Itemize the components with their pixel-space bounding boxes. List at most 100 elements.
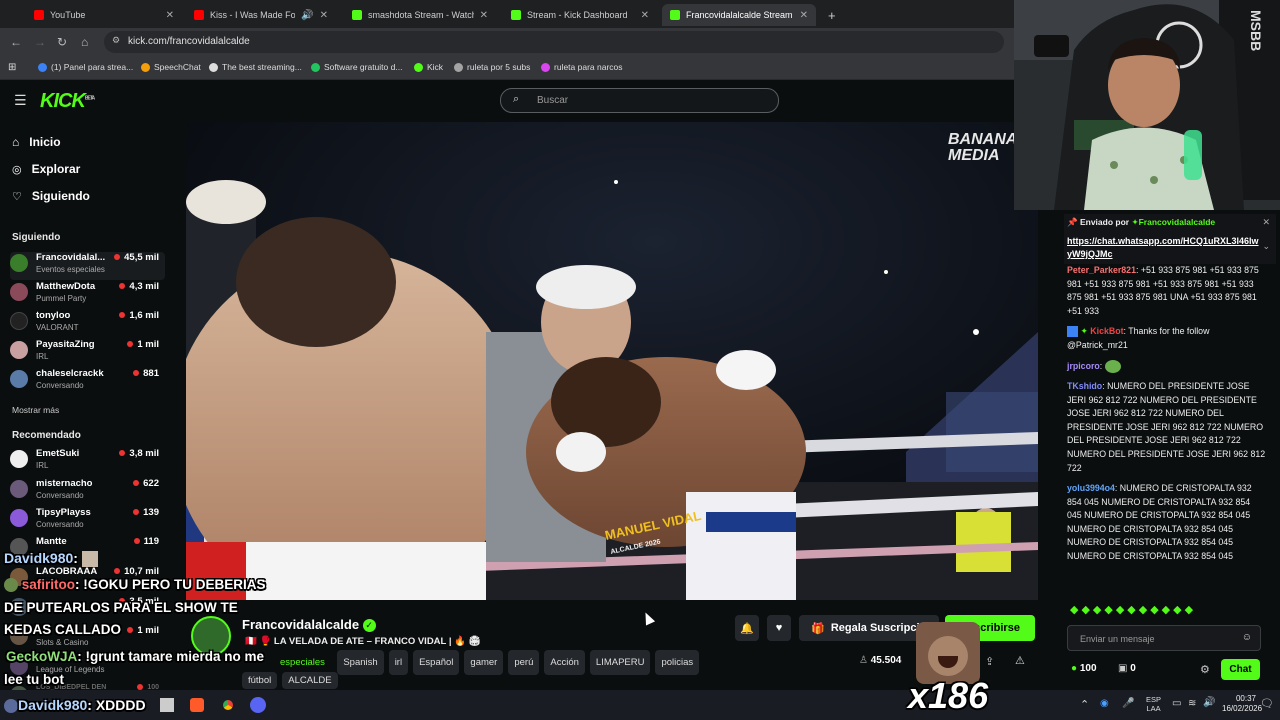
language-indicator[interactable]: ESP LAA xyxy=(1146,695,1161,713)
tag[interactable]: LIMAPERU xyxy=(589,650,651,675)
tray-chevron-icon[interactable]: ⌃ xyxy=(1080,698,1089,711)
chat-input[interactable]: Enviar un mensaje ☺ xyxy=(1067,625,1261,651)
recommended-channel[interactable]: misternacho Conversando 622 xyxy=(10,478,165,506)
tag[interactable]: Español xyxy=(413,650,460,675)
bookmark-icon xyxy=(209,62,218,72)
emoji-icon[interactable]: ☺ xyxy=(1242,632,1252,643)
bookmark-icon xyxy=(454,62,463,72)
send-chat-button[interactable]: Chat xyxy=(1221,659,1260,680)
unpin-icon[interactable]: ✕ xyxy=(1262,217,1270,228)
settings-gear-icon[interactable]: ⚙ xyxy=(1200,663,1210,676)
app-icon[interactable] xyxy=(160,698,174,712)
bookmark[interactable]: (1) Panel para strea... xyxy=(38,62,133,72)
browser-tab[interactable]: Kiss - I Was Made For Lovin🔊✕ xyxy=(186,4,336,26)
tag[interactable]: policias xyxy=(655,650,700,675)
forward-icon[interactable]: → xyxy=(34,35,46,49)
avatar xyxy=(10,370,28,388)
discord-icon[interactable] xyxy=(250,697,266,713)
windows-taskbar: ⌃ ◉ 🎤 ESP LAA ▭ ≋ 🔊 00:37 16/02/2026 🗨 xyxy=(0,690,1280,720)
report-icon[interactable]: ⚠ xyxy=(1015,654,1025,667)
network-icon[interactable]: ◉ xyxy=(1100,698,1109,709)
browser-tab-active[interactable]: Francovidalalcalde Stream - Wa✕ xyxy=(662,4,816,26)
channel-points[interactable]: ● 100 xyxy=(1071,663,1097,674)
recommended-channel[interactable]: EmetSuki IRL 3,8 mil xyxy=(10,448,165,476)
following-channel[interactable]: Francovidalal... Eventos especiales 45,5 m… xyxy=(10,252,165,280)
bookmark[interactable]: ruleta por 5 subs xyxy=(454,62,530,72)
close-icon[interactable]: ✕ xyxy=(641,10,649,21)
address-bar[interactable]: ⚙ kick.com/francovidalalcalde xyxy=(104,31,1004,53)
bookmark[interactable]: ruleta para narcos xyxy=(541,62,623,72)
badge-icon xyxy=(4,699,18,714)
share-icon[interactable]: ⇪ xyxy=(985,655,994,668)
sidebar-item-inicio[interactable]: ⌂ Inicio xyxy=(12,135,61,149)
following-channel[interactable]: MatthewDota Pummel Party 4,3 mil xyxy=(10,281,165,309)
browser-tab[interactable]: smashdota Stream - Watch Live✕ xyxy=(344,4,496,26)
mic-icon[interactable]: 🎤 xyxy=(1122,698,1134,709)
audio-icon[interactable]: 🔊 xyxy=(301,10,313,21)
search-input[interactable]: ⌕ Buscar xyxy=(500,88,779,113)
bookmark[interactable]: The best streaming... xyxy=(209,62,302,72)
chat-message: TKshido: NUMERO DEL PRESIDENTE JOSE JERI… xyxy=(1067,381,1266,473)
chat-username[interactable]: TKshido xyxy=(1067,381,1102,391)
display-icon[interactable]: ▭ xyxy=(1172,698,1181,709)
heart-icon: ♡ xyxy=(12,190,22,203)
tag[interactable]: ALCALDE xyxy=(282,672,338,689)
bookmark-icon xyxy=(38,62,47,72)
clock[interactable]: 00:37 16/02/2026 xyxy=(1222,694,1262,714)
home-icon[interactable]: ⌂ xyxy=(81,35,88,49)
emote-icon[interactable]: ◆◆◆◆◆◆◆◆◆◆◆ xyxy=(1070,604,1196,616)
reload-icon[interactable]: ↻ xyxy=(57,35,67,49)
notifications-button[interactable]: 🔔 xyxy=(735,615,759,641)
chat-message: ✦ KickBot: Thanks for the follow @Patric… xyxy=(1067,326,1210,350)
wifi-icon[interactable]: ≋ xyxy=(1188,698,1196,709)
close-icon[interactable]: ✕ xyxy=(320,10,328,21)
site-info-icon[interactable]: ⚙ xyxy=(112,35,120,46)
chrome-icon[interactable] xyxy=(220,697,236,713)
tag[interactable]: irl xyxy=(388,650,409,675)
menu-icon[interactable]: ☰ xyxy=(14,92,27,109)
new-tab-button[interactable]: + xyxy=(820,4,840,26)
overlay-line: Davidk980: xyxy=(4,550,98,568)
following-channel[interactable]: PayasitaZing IRL 1 mil xyxy=(10,339,165,367)
search-icon: ⌕ xyxy=(513,93,520,105)
close-icon[interactable]: ✕ xyxy=(800,10,808,21)
chat-username[interactable]: jrpicoro xyxy=(1067,361,1100,371)
store-count[interactable]: ▣ 0 xyxy=(1118,663,1136,674)
bookmark[interactable]: Kick xyxy=(414,62,443,72)
bookmark[interactable]: SpeechChat xyxy=(141,62,201,72)
browser-tab[interactable]: Stream - Kick Dashboard ✕ xyxy=(503,4,657,26)
pinned-message: 📌 Enviado por ✦Francovidalalcalde ✕ http… xyxy=(1064,214,1276,264)
chat-username[interactable]: yolu3994o4 xyxy=(1067,483,1115,493)
chat-username[interactable]: Peter_Parker821 xyxy=(1067,265,1136,275)
show-more-link[interactable]: Mostrar más xyxy=(12,405,59,415)
tag[interactable]: Spanish xyxy=(337,650,384,675)
back-icon[interactable]: ← xyxy=(10,35,22,49)
apps-icon[interactable]: ⊞ xyxy=(8,62,16,73)
kick-icon xyxy=(414,62,423,72)
video-player[interactable]: MANUEL VIDAL ALCALDE 2026 BANANA MEDIA xyxy=(186,122,1038,600)
sidebar-item-siguiendo[interactable]: ♡ Siguiendo xyxy=(12,189,90,203)
browser-tab[interactable]: YouTube ✕ xyxy=(26,4,182,26)
following-channel[interactable]: chaleselcrackk Conversando 881 xyxy=(10,368,165,396)
bookmark[interactable]: Software gratuito d... xyxy=(311,62,402,72)
compass-icon: ◎ xyxy=(12,163,22,176)
chevron-down-icon[interactable]: ⌄ xyxy=(1262,241,1270,252)
volume-icon[interactable]: 🔊 xyxy=(1203,697,1215,708)
recommended-channel[interactable]: TipsyPlayss Conversando 139 xyxy=(10,507,165,535)
follow-button[interactable]: ♥ xyxy=(767,615,791,641)
tag[interactable]: perú xyxy=(508,650,540,675)
kick-logo[interactable]: KICKBETA xyxy=(40,90,95,113)
tag[interactable]: gamer xyxy=(464,650,504,675)
tag[interactable]: Acción xyxy=(544,650,585,675)
kick-header: ☰ KICKBETA ⌕ Buscar xyxy=(0,80,1014,122)
brave-icon[interactable] xyxy=(190,698,204,712)
following-channel[interactable]: tonyloo VALORANT 1,6 mil xyxy=(10,310,165,338)
close-icon[interactable]: ✕ xyxy=(166,10,174,21)
chat-username[interactable]: KickBot xyxy=(1090,326,1123,336)
pinned-link[interactable]: https://chat.whatsapp.com/HCQ1uRXL3l46lw… xyxy=(1067,235,1262,261)
recommended-heading: Recomendado xyxy=(12,430,81,441)
close-icon[interactable]: ✕ xyxy=(480,10,488,21)
notifications-icon[interactable]: 🗨 xyxy=(1260,697,1274,710)
combo-counter: x186 xyxy=(908,675,989,716)
sidebar-item-explorar[interactable]: ◎ Explorar xyxy=(12,162,80,176)
